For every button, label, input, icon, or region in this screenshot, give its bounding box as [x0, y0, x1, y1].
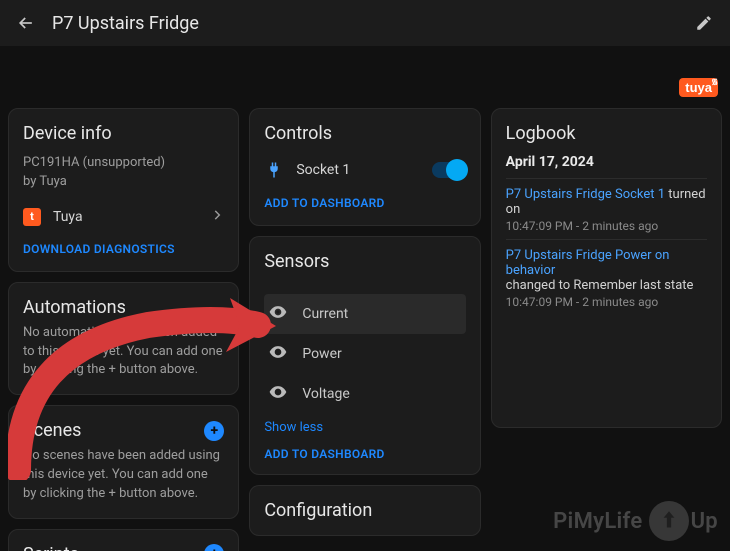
integration-badge[interactable]: tuya᯾	[679, 80, 718, 96]
middle-column: Controls Socket 1 ADD TO DASHBOARD Senso…	[249, 108, 480, 536]
sensor-label: Current	[302, 306, 348, 322]
sensor-row-current[interactable]: Current	[264, 294, 465, 334]
chevron-right-icon	[210, 208, 224, 226]
edit-button[interactable]	[690, 9, 718, 37]
logbook-card: Logbook April 17, 2024 P7 Upstairs Fridg…	[491, 108, 722, 428]
scripts-card: Scripts +	[8, 529, 239, 551]
device-model: PC191HA (unsupported)	[23, 154, 224, 173]
sensor-label: Voltage	[302, 386, 349, 402]
socket-label: Socket 1	[296, 162, 419, 178]
main-grid: Device info PC191HA (unsupported) by Tuy…	[8, 108, 722, 551]
left-column: Device info PC191HA (unsupported) by Tuy…	[8, 108, 239, 551]
add-script-button[interactable]: +	[204, 544, 224, 551]
automations-card: Automations No automations have been add…	[8, 282, 239, 396]
page-title: P7 Upstairs Fridge	[52, 13, 199, 34]
download-diagnostics-button[interactable]: DOWNLOAD DIAGNOSTICS	[23, 242, 175, 256]
controls-add-dashboard-button[interactable]: ADD TO DASHBOARD	[264, 196, 384, 210]
integration-row[interactable]: t Tuya	[23, 202, 224, 232]
pencil-icon	[695, 14, 713, 32]
eye-icon	[268, 302, 288, 326]
tuya-icon: t	[23, 208, 41, 226]
watermark-text: PiMyLife	[553, 509, 642, 534]
device-info-title: Device info	[23, 123, 224, 144]
scenes-card: Scenes + No scenes have been added using…	[8, 405, 239, 519]
sensors-show-less-link[interactable]: Show less	[264, 420, 323, 435]
scenes-title: Scenes	[23, 420, 81, 441]
socket-row: Socket 1	[264, 154, 465, 186]
watermark-up-icon	[649, 501, 689, 541]
logbook-item[interactable]: P7 Upstairs Fridge Socket 1 turned on 10…	[506, 178, 707, 239]
watermark-up-text: Up	[691, 509, 718, 534]
logbook-action-text: changed to Remember last state	[506, 278, 707, 293]
sensor-row-power[interactable]: Power	[264, 334, 465, 374]
automations-title: Automations	[23, 297, 126, 318]
logbook-title: Logbook	[506, 123, 707, 144]
right-column: Logbook April 17, 2024 P7 Upstairs Fridg…	[491, 108, 722, 428]
topbar: P7 Upstairs Fridge	[0, 0, 730, 46]
device-by: by Tuya	[23, 173, 224, 192]
watermark: PiMyLife Up	[553, 501, 718, 541]
sensors-title: Sensors	[264, 251, 465, 272]
scripts-title: Scripts	[23, 544, 79, 551]
controls-card: Controls Socket 1 ADD TO DASHBOARD	[249, 108, 480, 226]
logbook-time: 10:47:09 PM - 2 minutes ago	[506, 219, 707, 233]
eye-icon	[268, 342, 288, 366]
logbook-date: April 17, 2024	[506, 154, 707, 170]
controls-title: Controls	[264, 123, 465, 144]
sensors-card: Sensors Current Power Voltage Show le	[249, 236, 480, 475]
logbook-entity-link[interactable]: P7 Upstairs Fridge Power on behavior	[506, 248, 670, 278]
configuration-card: Configuration	[249, 485, 480, 536]
scenes-empty-text: No scenes have been added using this dev…	[23, 447, 224, 504]
integration-label: Tuya	[53, 209, 198, 225]
eye-icon	[268, 382, 288, 406]
configuration-title: Configuration	[264, 500, 465, 521]
sensors-add-dashboard-button[interactable]: ADD TO DASHBOARD	[264, 447, 384, 461]
tuya-badge-label: tuya	[685, 80, 712, 95]
socket-toggle[interactable]	[432, 162, 466, 178]
logbook-time: 10:47:09 PM - 2 minutes ago	[506, 295, 707, 309]
device-info-card: Device info PC191HA (unsupported) by Tuy…	[8, 108, 239, 272]
sensor-row-voltage[interactable]: Voltage	[264, 374, 465, 414]
add-scene-button[interactable]: +	[204, 421, 224, 441]
wifi-icon: ᯾	[711, 76, 718, 87]
logbook-entity-link[interactable]: P7 Upstairs Fridge Socket 1	[506, 187, 665, 202]
sensor-label: Power	[302, 346, 341, 362]
logbook-item[interactable]: P7 Upstairs Fridge Power on behavior cha…	[506, 239, 707, 315]
arrow-left-icon	[16, 13, 36, 33]
automations-empty-text: No automations have been added to this d…	[23, 324, 224, 381]
plug-icon	[264, 160, 284, 180]
back-button[interactable]	[12, 9, 40, 37]
